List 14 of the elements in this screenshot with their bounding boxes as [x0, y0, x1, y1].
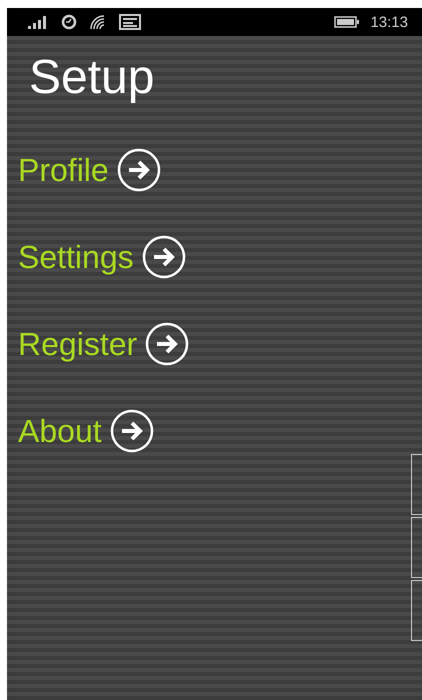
clock-time: 13:13 — [370, 14, 408, 30]
battery-icon — [334, 16, 360, 28]
arrow-circle-icon — [145, 322, 190, 366]
wifi-icon — [89, 14, 107, 30]
signal-icon — [27, 14, 49, 30]
arrow-circle-icon — [116, 148, 161, 192]
menu-link[interactable]: About — [18, 409, 403, 453]
menu-link[interactable]: Profile — [18, 148, 403, 192]
arrow-circle-icon — [142, 235, 186, 279]
menu-link[interactable]: Settings — [18, 235, 403, 279]
page-title: Setup — [28, 50, 156, 106]
message-icon — [119, 14, 141, 30]
menu-link[interactable]: Register — [18, 322, 403, 366]
arrow-circle-icon — [110, 409, 154, 453]
